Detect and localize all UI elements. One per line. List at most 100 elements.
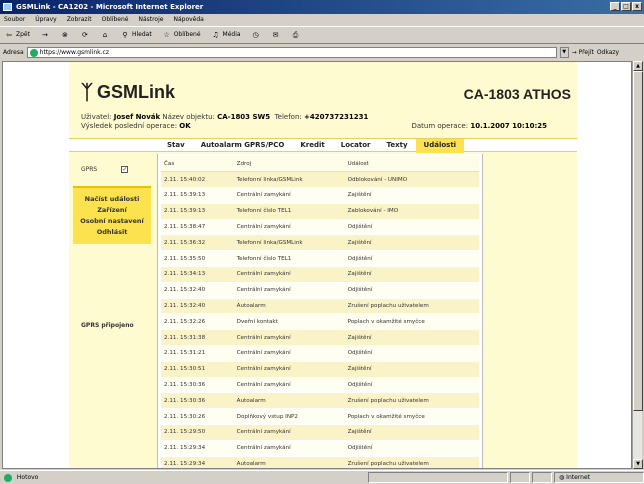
cell-event: Odjištění (344, 219, 479, 236)
history-button[interactable]: ◷ (251, 27, 261, 43)
cell-event: Poplach v okamžité smyčce (344, 313, 479, 331)
favorites-icon: ☆ (163, 31, 170, 39)
gsmlink-logo: ᛉ GSMLink (81, 81, 176, 104)
address-dropdown[interactable]: ▼ (559, 47, 569, 58)
back-button[interactable]: ⇦ Zpět (4, 27, 30, 43)
menu-edit[interactable]: Úpravy (35, 14, 56, 26)
cell-event: Odblokování - UNIMO (344, 171, 479, 189)
cell-event: Zajištění (344, 234, 479, 252)
tab-kredit[interactable]: Kredit (292, 139, 332, 153)
menu-tools[interactable]: Nástroje (138, 14, 163, 26)
print-button[interactable]: ⎙ (291, 27, 301, 43)
cell-time: 2.11. 15:38:47 (161, 219, 234, 236)
table-row: 2.11. 15:29:34 Autoalarm Zrušení poplachu … (161, 456, 479, 468)
table-row: 2.11. 15:39:13 Centrální zamykání Zajištěn… (161, 187, 479, 204)
col-source: Zdroj (233, 156, 345, 173)
menu-personal-settings[interactable]: Osobní nastavení (73, 216, 151, 227)
cell-event: Zajištění (344, 361, 479, 378)
table-row: 2.11. 15:34:13 Centrální zamykání Zajištěn… (161, 266, 479, 283)
table-header-row: Čas Zdroj Událost (161, 156, 479, 173)
cell-event: Odjištění (344, 250, 479, 268)
maximize-button[interactable]: □ (621, 2, 631, 11)
cell-event: Odjištění (344, 440, 479, 457)
minimize-button[interactable]: _ (610, 2, 620, 11)
cell-event: Odjištění (344, 282, 479, 299)
gsmlink-page: ᛉ GSMLink CA-1803 ATHOS Uživatel: Josef … (69, 62, 577, 468)
main-nav: Stav Autoalarm GPRS/PCO Kredit Locator T… (69, 138, 577, 153)
cell-time: 2.11. 15:29:34 (161, 440, 234, 457)
cell-time: 2.11. 15:29:50 (161, 424, 234, 441)
mail-button[interactable]: ✉ (271, 27, 281, 43)
cell-source: Centrální zamykání (233, 377, 345, 394)
cell-time: 2.11. 15:39:13 (161, 203, 234, 220)
tab-texty[interactable]: Texty (379, 139, 416, 153)
title-bar: GSMLink - CA1202 - Microsoft Internet Ex… (0, 0, 644, 14)
menu-file[interactable]: Soubor (4, 14, 25, 26)
history-icon: ◷ (252, 31, 259, 39)
user-info: Uživatel: Josef Novák Název objektu: CA-… (81, 113, 369, 121)
scroll-up-button[interactable]: ▲ (633, 61, 643, 71)
cell-source: Doplňkový vstup INP2 (233, 408, 345, 426)
menu-help[interactable]: Nápověda (173, 14, 203, 26)
cell-source: Centrální zamykání (233, 440, 345, 457)
cell-time: 2.11. 15:29:34 (161, 456, 234, 468)
table-row: 2.11. 15:29:34 Centrální zamykání Odjištěn… (161, 440, 479, 457)
cell-source: Centrální zamykání (233, 282, 345, 299)
cell-event: Zajištění (344, 424, 479, 441)
table-row: 2.11. 15:32:26 Dveřní kontakt Poplach v ok… (161, 313, 479, 331)
tab-autoalarm[interactable]: Autoalarm GPRS/PCO (193, 139, 293, 153)
cell-source: Telefonní linka/GSMLink (233, 234, 345, 252)
cell-source: Centrální zamykání (233, 187, 345, 204)
table-row: 2.11. 15:30:51 Centrální zamykání Zajištěn… (161, 361, 479, 378)
cell-time: 2.11. 15:40:02 (161, 171, 234, 189)
table-row: 2.11. 15:40:02 Telefonní linka/GSMLink Odb… (161, 171, 479, 189)
links-button[interactable]: Odkazy (597, 45, 619, 60)
home-button[interactable]: ⌂ (100, 27, 110, 43)
tab-stav[interactable]: Stav (159, 139, 193, 153)
go-button[interactable]: → Přejít (572, 45, 594, 60)
cell-source: Centrální zamykání (233, 266, 345, 283)
page-viewport: ᛉ GSMLink CA-1803 ATHOS Uživatel: Josef … (2, 61, 632, 469)
search-button[interactable]: ⚲ Hledat (120, 27, 151, 43)
tab-locator[interactable]: Locator (333, 139, 379, 153)
menu-favorites[interactable]: Oblíbené (102, 14, 129, 26)
scroll-thumb[interactable] (633, 71, 643, 411)
cell-event: Zrušení poplachu uživatelem (344, 298, 479, 315)
table-row: 2.11. 15:31:21 Centrální zamykání Odjištěn… (161, 345, 479, 362)
menu-view[interactable]: Zobrazit (67, 14, 92, 26)
zone-cell: ◍ Internet (554, 472, 644, 483)
menu-logout[interactable]: Odhlásit (73, 227, 151, 238)
cell-source: Centrální zamykání (233, 329, 345, 347)
gprs-checkbox[interactable]: ✓ (121, 166, 129, 173)
lock-icon (532, 472, 552, 483)
cell-time: 2.11. 15:31:38 (161, 329, 234, 347)
cell-time: 2.11. 15:30:26 (161, 408, 234, 426)
favorites-button[interactable]: ☆ Oblíbené (162, 27, 201, 43)
cell-time: 2.11. 15:39:13 (161, 187, 234, 204)
scroll-down-button[interactable]: ▼ (633, 459, 643, 469)
address-input[interactable]: https://www.gsmlink.cz (26, 47, 557, 58)
refresh-icon: ⟳ (82, 31, 88, 39)
media-button[interactable]: ♫ Média (211, 27, 240, 43)
address-label: Adresa (3, 49, 24, 56)
menu-device[interactable]: Zařízení (73, 205, 151, 216)
table-row: 2.11. 15:38:47 Centrální zamykání Odjištěn… (161, 219, 479, 236)
cell-event: Odjištění (344, 345, 479, 362)
refresh-button[interactable]: ⟳ (80, 27, 90, 43)
gprs-toggle: GPRS ✓ (81, 166, 129, 173)
cell-source: Autoalarm (233, 298, 345, 315)
stop-icon: ⊗ (62, 31, 68, 39)
status-cell (510, 472, 530, 483)
cell-time: 2.11. 15:32:40 (161, 298, 234, 315)
menu-load-events[interactable]: Načíst události (73, 194, 151, 205)
menu-bar: Soubor Úpravy Zobrazit Oblíbené Nástroje… (0, 14, 644, 26)
cell-event: Zajištění (344, 266, 479, 283)
cell-time: 2.11. 15:34:13 (161, 266, 234, 283)
cell-source: Telefonní číslo TEL1 (233, 250, 345, 268)
close-button[interactable]: x (632, 2, 642, 11)
stop-button[interactable]: ⊗ (60, 27, 70, 43)
forward-button[interactable]: → (40, 27, 50, 43)
cell-source: Autoalarm (233, 456, 345, 468)
tab-udalosti[interactable]: Události (415, 139, 465, 153)
vertical-scrollbar[interactable]: ▲ ▼ (632, 61, 643, 469)
